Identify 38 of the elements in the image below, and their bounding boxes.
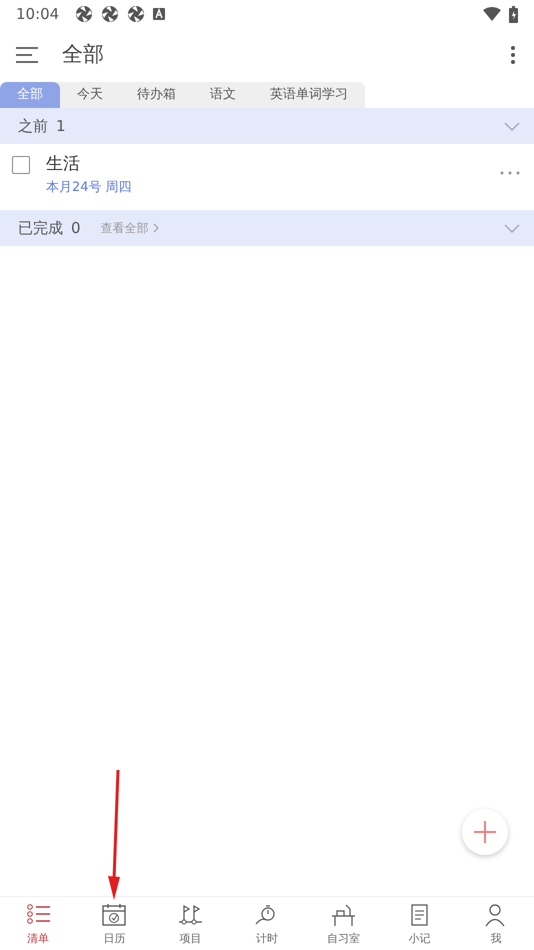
chevron-down-icon[interactable] bbox=[504, 122, 520, 130]
chevron-down-icon[interactable] bbox=[504, 224, 520, 232]
chevron-icon bbox=[152, 223, 159, 233]
count-text: 0 bbox=[71, 218, 81, 239]
desk-icon bbox=[330, 903, 356, 927]
tab[interactable]: 待办箱 bbox=[120, 82, 193, 108]
notification-icon bbox=[153, 8, 166, 20]
flags-icon bbox=[178, 903, 204, 927]
calendar-icon bbox=[102, 903, 127, 927]
section-header[interactable]: 已完成 0 查看全部 bbox=[0, 210, 534, 246]
nav-tab[interactable]: 小记 bbox=[381, 897, 458, 950]
section-header[interactable]: 之前 1 bbox=[0, 108, 534, 144]
tab[interactable]: 英语单词学习 bbox=[253, 82, 365, 108]
aperture-icon bbox=[75, 5, 94, 23]
page-title: 全部 bbox=[62, 41, 104, 68]
tab[interactable]: 今天 bbox=[60, 82, 120, 108]
aperture-icon bbox=[101, 5, 120, 23]
wifi-icon bbox=[483, 7, 501, 21]
nav-tab[interactable]: 计时 bbox=[228, 897, 306, 950]
nav-tab[interactable]: 自习室 bbox=[305, 897, 382, 950]
section-title: 之前 bbox=[18, 116, 48, 137]
section-title: 已完成 bbox=[18, 218, 63, 239]
clock-text: 10:04 bbox=[16, 4, 60, 25]
menu-icon[interactable] bbox=[16, 47, 38, 63]
plus-icon bbox=[474, 821, 496, 843]
battery-icon bbox=[509, 6, 518, 22]
nav-tab[interactable]: 项目 bbox=[152, 897, 229, 950]
tab[interactable]: 语文 bbox=[193, 82, 253, 108]
add-button[interactable] bbox=[462, 809, 508, 855]
aperture-icon bbox=[127, 5, 146, 23]
more-icon[interactable] bbox=[510, 45, 516, 65]
count-text: 1 bbox=[56, 116, 66, 137]
due-date: 本月24号 周四 bbox=[46, 178, 132, 196]
checkbox[interactable] bbox=[12, 156, 30, 174]
nav-tab[interactable]: 清单 bbox=[0, 897, 76, 950]
nav-tab[interactable]: 日历 bbox=[76, 897, 153, 950]
task-title: 生活 bbox=[46, 153, 81, 176]
nav-tab[interactable]: 我 bbox=[458, 897, 534, 950]
